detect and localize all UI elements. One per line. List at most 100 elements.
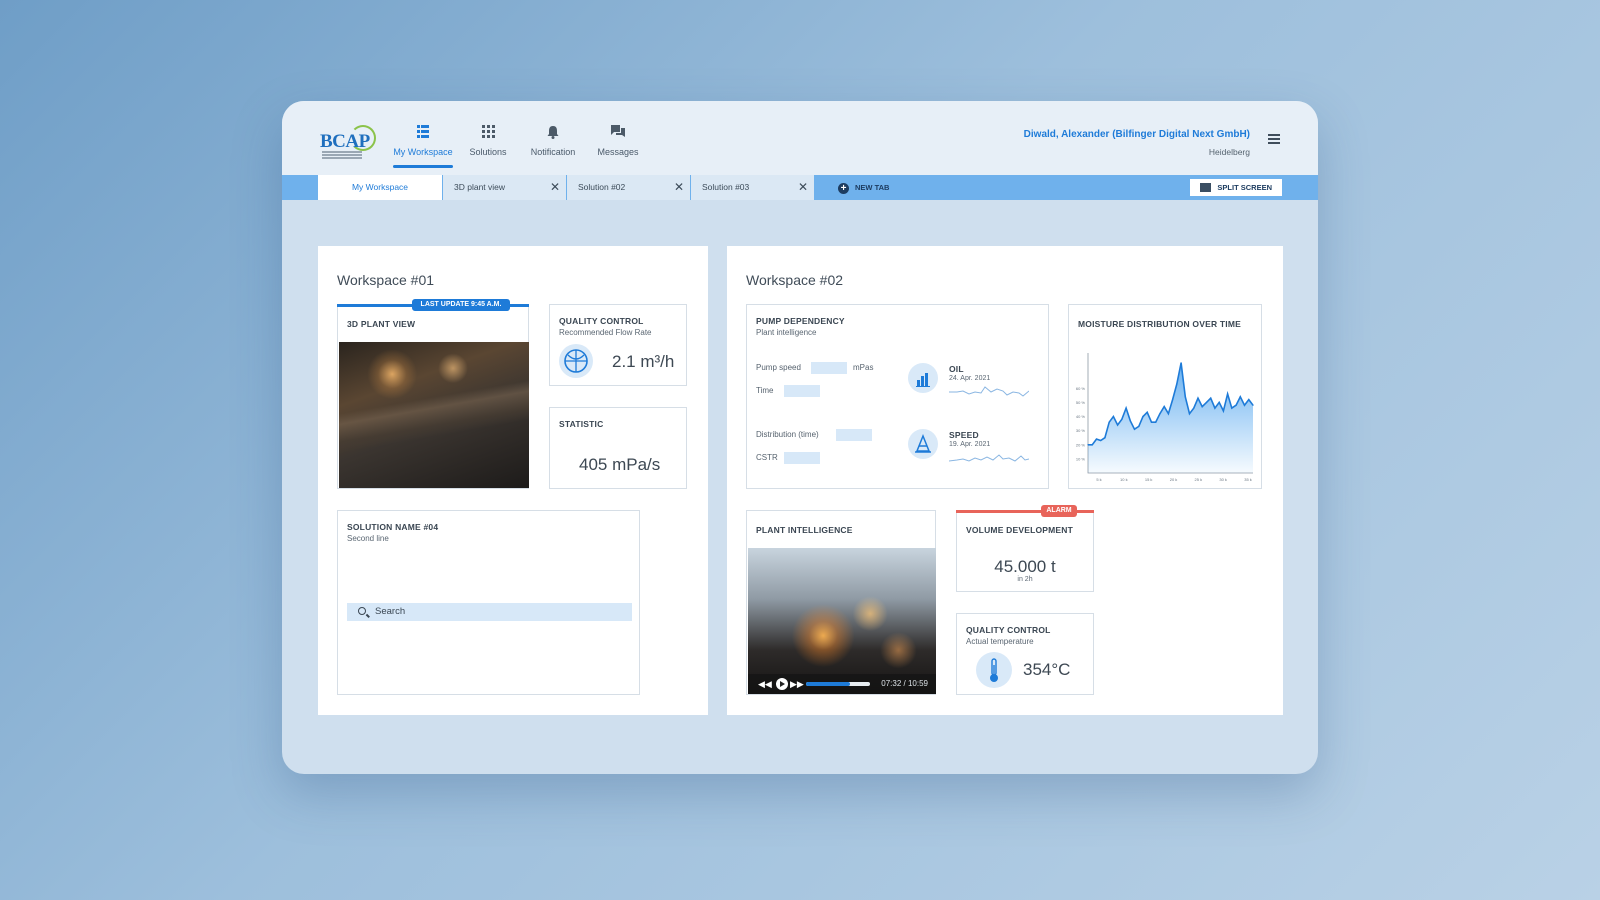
new-tab-label: NEW TAB (855, 183, 890, 192)
pump-speed-input[interactable] (811, 362, 847, 374)
close-icon[interactable]: ✕ (550, 175, 560, 200)
x-tick-label: 25 k (1195, 477, 1203, 482)
card-subtitle: Second line (347, 534, 389, 543)
chart-point (1100, 439, 1102, 442)
speed-date: 19. Apr. 2021 (949, 441, 991, 448)
chart-point (1201, 406, 1203, 408)
pump-dependency-card[interactable]: PUMP DEPENDENCY Plant intelligence Pump … (746, 304, 1049, 489)
workspace-icon (391, 125, 455, 141)
cstr-label: CSTR (756, 453, 778, 462)
close-icon[interactable]: ✕ (798, 175, 808, 200)
card-title: MOISTURE DISTRIBUTION OVER TIME (1078, 319, 1241, 329)
chat-icon (586, 125, 650, 141)
tab-bar: My Workspace 3D plant view ✕ Solution #0… (282, 175, 1318, 200)
chart-point (1218, 401, 1220, 404)
split-screen-button[interactable]: SPLIT SCREEN (1190, 179, 1282, 196)
play-icon[interactable] (776, 678, 788, 690)
chart-point (1205, 401, 1208, 404)
logo[interactable]: BCAP (320, 125, 380, 161)
flow-rate-value: 2.1 m³/h (612, 352, 675, 371)
new-tab-button[interactable]: + NEW TAB (838, 175, 889, 200)
time-label: Time (756, 386, 774, 395)
temperature-card[interactable]: QUALITY CONTROL Actual temperature 354°C (956, 613, 1094, 695)
tab-label: Solution #03 (702, 182, 750, 192)
chart-point (1193, 407, 1195, 409)
statistic-card[interactable]: STATISTIC 405 mPa/s (549, 407, 687, 489)
x-tick-label: 20 k (1170, 477, 1178, 482)
x-tick-label: 10 k (1120, 477, 1128, 482)
workspace-02-panel: Workspace #02 PUMP DEPENDENCY Plant inte… (727, 246, 1283, 715)
y-tick-label: 30 % (1076, 428, 1086, 433)
chart-point (1227, 393, 1229, 395)
x-tick-label: 30 k (1219, 477, 1227, 482)
oil-date: 24. Apr. 2021 (949, 375, 991, 382)
plant-intelligence-card[interactable]: PLANT INTELLIGENCE ◀◀ ▶▶ 07:32 / 10:59 (746, 510, 936, 695)
quality-control-card[interactable]: QUALITY CONTROL Recommended Flow Rate 2.… (549, 304, 687, 386)
volume-sub: in 2h (1017, 576, 1033, 583)
last-update-badge: LAST UPDATE 9:45 A.M. (412, 299, 510, 311)
card-subtitle: Recommended Flow Rate (559, 328, 652, 337)
chart-point (1180, 362, 1182, 364)
nav-solutions[interactable]: Solutions (456, 125, 520, 157)
video-player[interactable]: ◀◀ ▶▶ 07:32 / 10:59 (748, 548, 936, 694)
chart-point (1235, 404, 1237, 406)
app-window: BCAP My Workspace Solutions Notification (282, 101, 1318, 774)
workspace-01-panel: Workspace #01 LAST UPDATE 9:45 A.M. 3D P… (318, 246, 708, 715)
cstr-input[interactable] (784, 452, 820, 464)
chart-point (1188, 413, 1191, 415)
search-placeholder: Search (375, 606, 406, 617)
chart-point (1112, 415, 1114, 418)
pump-speed-label: Pump speed (756, 363, 801, 372)
tab-solution-02[interactable]: Solution #02 ✕ (567, 175, 690, 200)
chart-point (1163, 406, 1165, 408)
tab-label: Solution #02 (578, 182, 626, 192)
card-title: VOLUME DEVELOPMENT (966, 525, 1074, 535)
search-input[interactable]: Search (347, 603, 632, 621)
fast-forward-icon[interactable]: ▶▶ (790, 679, 804, 689)
chart-point (1133, 428, 1136, 430)
rewind-icon[interactable]: ◀◀ (758, 679, 772, 689)
tab-3d-plant-view[interactable]: 3D plant view ✕ (443, 175, 566, 200)
nav-label: Solutions (469, 147, 507, 157)
cone-icon (908, 429, 938, 459)
chart-point (1104, 437, 1106, 439)
distribution-input[interactable] (836, 429, 872, 441)
chart-point (1150, 421, 1153, 423)
video-time: 07:32 / 10:59 (881, 679, 928, 688)
chart-point (1210, 397, 1212, 399)
video-progress-fill (806, 682, 851, 686)
tab-my-workspace[interactable]: My Workspace (318, 175, 442, 200)
chart-point (1129, 420, 1131, 422)
chart-point (1243, 404, 1246, 406)
chart-point (1176, 383, 1178, 385)
tab-solution-03[interactable]: Solution #03 ✕ (691, 175, 814, 200)
workspace-02-title: Workspace #02 (746, 272, 844, 288)
time-input[interactable] (784, 385, 820, 397)
nav-messages[interactable]: Messages (586, 125, 650, 157)
user-name[interactable]: Diwald, Alexander (Bilfinger Digital Nex… (1024, 129, 1250, 140)
top-bar: BCAP My Workspace Solutions Notification (282, 101, 1318, 175)
close-icon[interactable]: ✕ (674, 175, 684, 200)
nav-notification[interactable]: Notification (521, 125, 585, 157)
plant-photo[interactable] (339, 342, 529, 488)
volume-development-card[interactable]: ALARM VOLUME DEVELOPMENT 45.000 t in 2h (956, 505, 1094, 592)
hamburger-icon[interactable] (1268, 134, 1280, 144)
chart-point (1121, 418, 1123, 420)
pump-speed-unit: mPas (853, 363, 874, 372)
statistic-value: 405 mPa/s (579, 455, 661, 474)
x-tick-label: 5 k (1096, 477, 1101, 482)
card-subtitle: Plant intelligence (756, 328, 817, 337)
plant-view-card[interactable]: LAST UPDATE 9:45 A.M. 3D PLANT VIEW (337, 299, 529, 489)
card-title: PLANT INTELLIGENCE (756, 525, 853, 535)
temperature-value: 354°C (1023, 660, 1071, 679)
moisture-chart-card[interactable]: MOISTURE DISTRIBUTION OVER TIME 10 % 20 %… (1068, 304, 1262, 489)
oil-label: OIL (949, 364, 964, 374)
chart-point (1239, 396, 1241, 398)
nav-label: Notification (530, 147, 576, 157)
bar-chart-icon (908, 363, 938, 393)
user-location: Heidelberg (1208, 147, 1250, 157)
solution-04-card[interactable]: SOLUTION NAME #04 Second line Search (337, 510, 640, 695)
chart-point (1159, 413, 1161, 415)
video-progress[interactable] (806, 682, 870, 686)
nav-my-workspace[interactable]: My Workspace (391, 125, 455, 168)
